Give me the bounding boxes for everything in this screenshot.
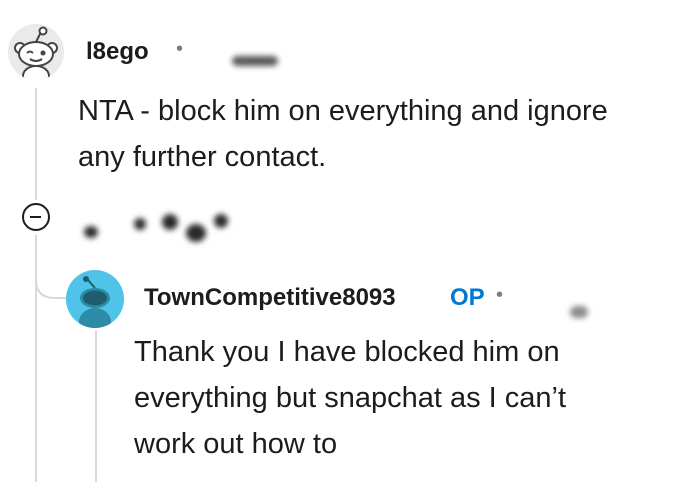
comment-body: Thank you I have blocked him on everythi…	[134, 329, 694, 467]
snoo-avatar-icon-graphic	[79, 276, 111, 328]
timestamp-redacted	[570, 306, 588, 318]
thread-line-main	[35, 88, 37, 200]
comment-body: NTA - block him on everything and ignore…	[78, 88, 688, 180]
snoo-avatar-icon[interactable]	[66, 270, 124, 328]
comment-author[interactable]: l8ego	[86, 38, 149, 66]
comment-body-line: Thank you I have blocked him on	[134, 336, 560, 368]
comment-actions-redacted	[82, 210, 242, 244]
meta-separator: •	[496, 284, 504, 306]
comment-body-line: any further contact.	[78, 141, 327, 173]
collapse-minus-icon[interactable]	[22, 203, 50, 231]
comment-body-line: work out how to	[134, 428, 338, 460]
comment-body-line: everything but snapchat as I can’t	[134, 382, 567, 414]
snoo-avatar-icon-graphic	[14, 26, 58, 80]
comment-author[interactable]: TownCompetitive8093	[144, 284, 396, 312]
snoo-avatar-icon[interactable]	[8, 24, 64, 80]
thread-line-reply	[95, 330, 97, 482]
meta-separator: •	[176, 38, 184, 60]
comment-body-line: NTA - block him on everything and ignore	[78, 95, 608, 127]
timestamp-redacted	[232, 56, 278, 66]
op-badge: OP	[450, 284, 485, 311]
